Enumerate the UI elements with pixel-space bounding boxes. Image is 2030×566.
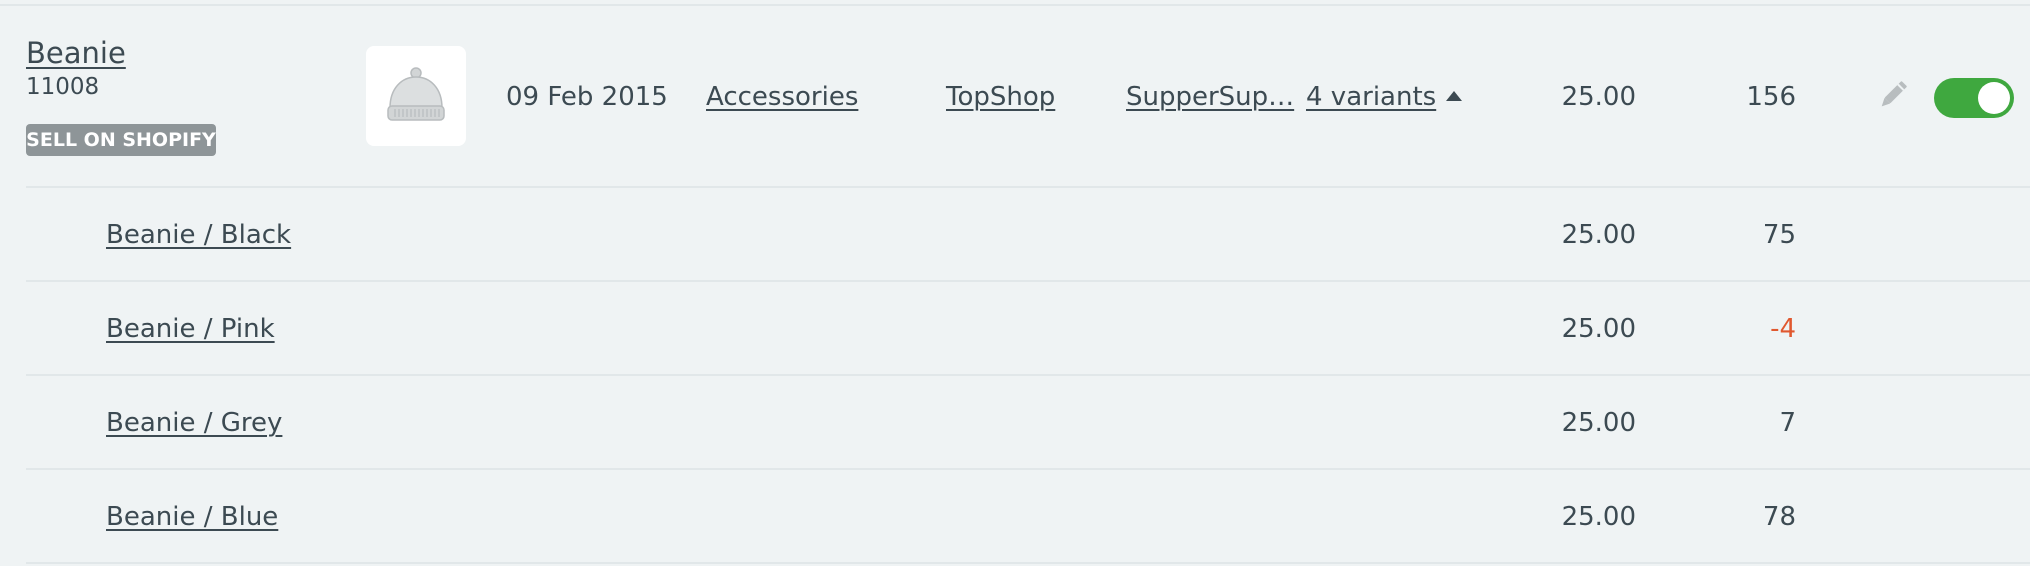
supplier-link[interactable]: SupperSup… [1126, 82, 1294, 112]
variant-price: 25.00 [1561, 314, 1636, 344]
variant-price: 25.00 [1561, 220, 1636, 250]
divider [26, 562, 2030, 564]
divider [26, 186, 2030, 188]
variant-stock-negative: -4 [1770, 314, 1796, 344]
product-list: Beanie 11008 SELL ON SHOPIFY 09 Feb 2015… [0, 0, 2030, 566]
variant-name-link[interactable]: Beanie / Black [106, 220, 291, 250]
product-sku: 11008 [26, 74, 100, 100]
variants-count-label: 4 variants [1306, 82, 1437, 112]
product-thumbnail [366, 46, 466, 146]
pencil-icon [1881, 81, 1907, 107]
variant-name-link[interactable]: Beanie / Grey [106, 408, 282, 438]
caret-up-icon [1446, 90, 1463, 101]
variant-name-link[interactable]: Beanie / Blue [106, 502, 278, 532]
beanie-hat-icon [387, 67, 445, 121]
variant-name-link[interactable]: Beanie / Pink [106, 314, 275, 344]
active-toggle[interactable] [1934, 78, 2014, 118]
toggle-knob [1978, 82, 2010, 114]
variants-toggle-link[interactable]: 4 variants [1306, 82, 1463, 112]
product-name-link[interactable]: Beanie [26, 36, 126, 70]
product-stock: 156 [1746, 82, 1796, 112]
variant-stock: 7 [1779, 408, 1796, 438]
divider [26, 280, 2030, 282]
variant-stock: 78 [1762, 502, 1796, 532]
variant-price: 25.00 [1561, 502, 1636, 532]
brand-link[interactable]: TopShop [946, 82, 1055, 112]
product-price: 25.00 [1561, 82, 1636, 112]
variant-stock: 75 [1762, 220, 1796, 250]
sell-on-shopify-badge[interactable]: SELL ON SHOPIFY [26, 124, 216, 156]
edit-button[interactable] [1876, 78, 1910, 112]
category-link[interactable]: Accessories [706, 82, 858, 112]
divider [26, 468, 2030, 470]
divider [26, 374, 2030, 376]
variant-price: 25.00 [1561, 408, 1636, 438]
product-date: 09 Feb 2015 [506, 82, 668, 112]
divider [0, 4, 2030, 6]
